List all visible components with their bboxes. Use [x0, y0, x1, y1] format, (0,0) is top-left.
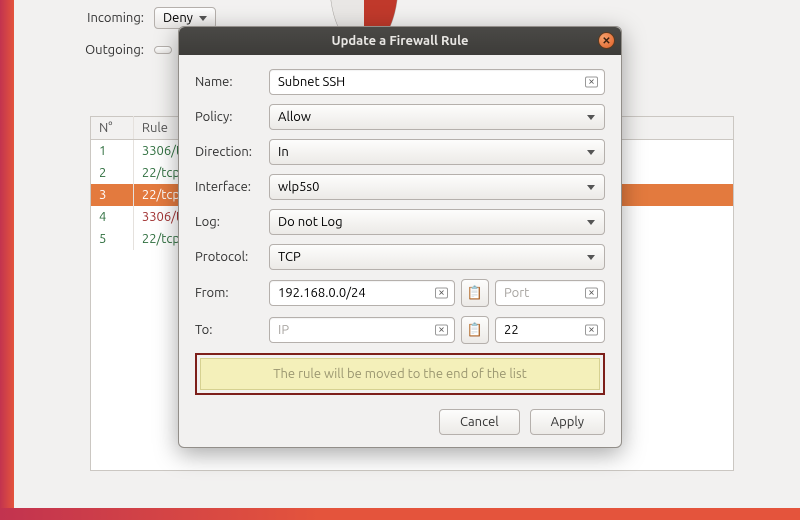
- update-rule-dialog: Update a Firewall Rule ✕ Name: Subnet SS…: [178, 26, 622, 448]
- chevron-down-icon: [587, 150, 595, 155]
- to-port-input[interactable]: 22 ✕: [495, 317, 605, 343]
- name-label: Name:: [195, 75, 269, 89]
- direction-select[interactable]: In: [269, 139, 605, 165]
- policy-value: Allow: [278, 110, 311, 124]
- row-num: 2: [91, 162, 134, 184]
- desktop-background-left: [0, 0, 14, 520]
- row-num: 5: [91, 228, 134, 250]
- chevron-down-icon: [199, 16, 207, 21]
- row-num: 1: [91, 140, 134, 163]
- dialog-title: Update a Firewall Rule: [331, 34, 468, 48]
- paste-to-button[interactable]: 📋: [461, 316, 489, 344]
- clear-icon[interactable]: ✕: [585, 77, 598, 88]
- clipboard-icon: 📋: [467, 286, 483, 301]
- col-header-num[interactable]: N°: [91, 117, 134, 140]
- policy-label: Policy:: [195, 110, 269, 124]
- from-ip-value: 192.168.0.0/24: [278, 286, 366, 300]
- protocol-value: TCP: [278, 250, 301, 264]
- clear-icon[interactable]: ✕: [435, 325, 448, 336]
- from-port-placeholder: Port: [504, 286, 529, 300]
- row-num: 4: [91, 206, 134, 228]
- protocol-select[interactable]: TCP: [269, 244, 605, 270]
- from-label: From:: [195, 286, 269, 300]
- chevron-down-icon: [587, 220, 595, 225]
- from-port-input[interactable]: Port ✕: [495, 280, 605, 306]
- apply-button[interactable]: Apply: [530, 409, 605, 435]
- incoming-label: Incoming:: [64, 11, 154, 25]
- interface-value: wlp5s0: [278, 180, 319, 194]
- desktop-background-bottom: [0, 508, 800, 520]
- chevron-down-icon: [587, 185, 595, 190]
- paste-from-button[interactable]: 📋: [461, 279, 489, 307]
- incoming-value: Deny: [163, 11, 193, 25]
- chevron-down-icon: [587, 115, 595, 120]
- chevron-down-icon: [587, 255, 595, 260]
- cancel-button[interactable]: Cancel: [439, 409, 520, 435]
- to-ip-placeholder: IP: [278, 323, 289, 337]
- notice-frame: The rule will be moved to the end of the…: [195, 353, 605, 395]
- clear-icon[interactable]: ✕: [435, 288, 448, 299]
- from-ip-input[interactable]: 192.168.0.0/24 ✕: [269, 280, 455, 306]
- clear-icon[interactable]: ✕: [585, 325, 598, 336]
- protocol-label: Protocol:: [195, 250, 269, 264]
- clipboard-icon: 📋: [467, 323, 483, 338]
- close-icon: ✕: [602, 36, 610, 46]
- outgoing-select[interactable]: [154, 46, 172, 54]
- row-num: 3: [91, 184, 134, 206]
- log-value: Do not Log: [278, 215, 343, 229]
- outgoing-label: Outgoing:: [64, 43, 154, 57]
- dialog-form: Name: Subnet SSH ✕ Policy: Allow Directi…: [179, 55, 621, 447]
- log-select[interactable]: Do not Log: [269, 209, 605, 235]
- name-input[interactable]: Subnet SSH ✕: [269, 69, 605, 95]
- policy-select[interactable]: Allow: [269, 104, 605, 130]
- direction-label: Direction:: [195, 145, 269, 159]
- to-ip-input[interactable]: IP ✕: [269, 317, 455, 343]
- clear-icon[interactable]: ✕: [585, 288, 598, 299]
- log-label: Log:: [195, 215, 269, 229]
- close-button[interactable]: ✕: [598, 32, 615, 49]
- dialog-titlebar[interactable]: Update a Firewall Rule ✕: [179, 27, 621, 55]
- direction-value: In: [278, 145, 289, 159]
- interface-label: Interface:: [195, 180, 269, 194]
- to-label: To:: [195, 323, 269, 337]
- to-port-value: 22: [504, 323, 519, 337]
- notice-text: The rule will be moved to the end of the…: [200, 358, 600, 390]
- name-value: Subnet SSH: [278, 75, 345, 89]
- interface-select[interactable]: wlp5s0: [269, 174, 605, 200]
